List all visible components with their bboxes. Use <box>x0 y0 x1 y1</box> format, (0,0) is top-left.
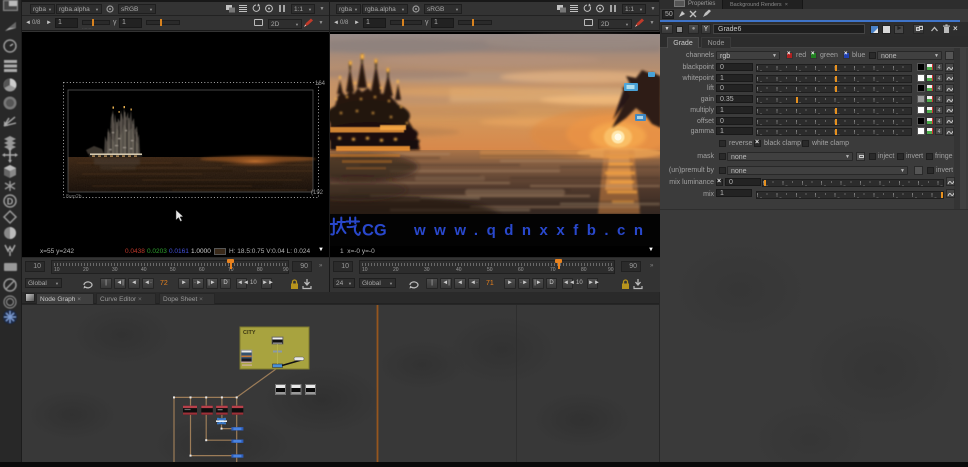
svg-text:8urp2b: 8urp2b <box>66 194 82 200</box>
svg-text:CITY: CITY <box>243 330 256 336</box>
svg-text:CG: CG <box>362 222 387 240</box>
svg-text:164: 164 <box>315 81 326 87</box>
svg-text:www.qdnxxfb.cn: www.qdnxxfb.cn <box>413 222 643 239</box>
svg-text:(192: (192 <box>311 190 324 196</box>
svg-text:D: D <box>7 197 14 207</box>
